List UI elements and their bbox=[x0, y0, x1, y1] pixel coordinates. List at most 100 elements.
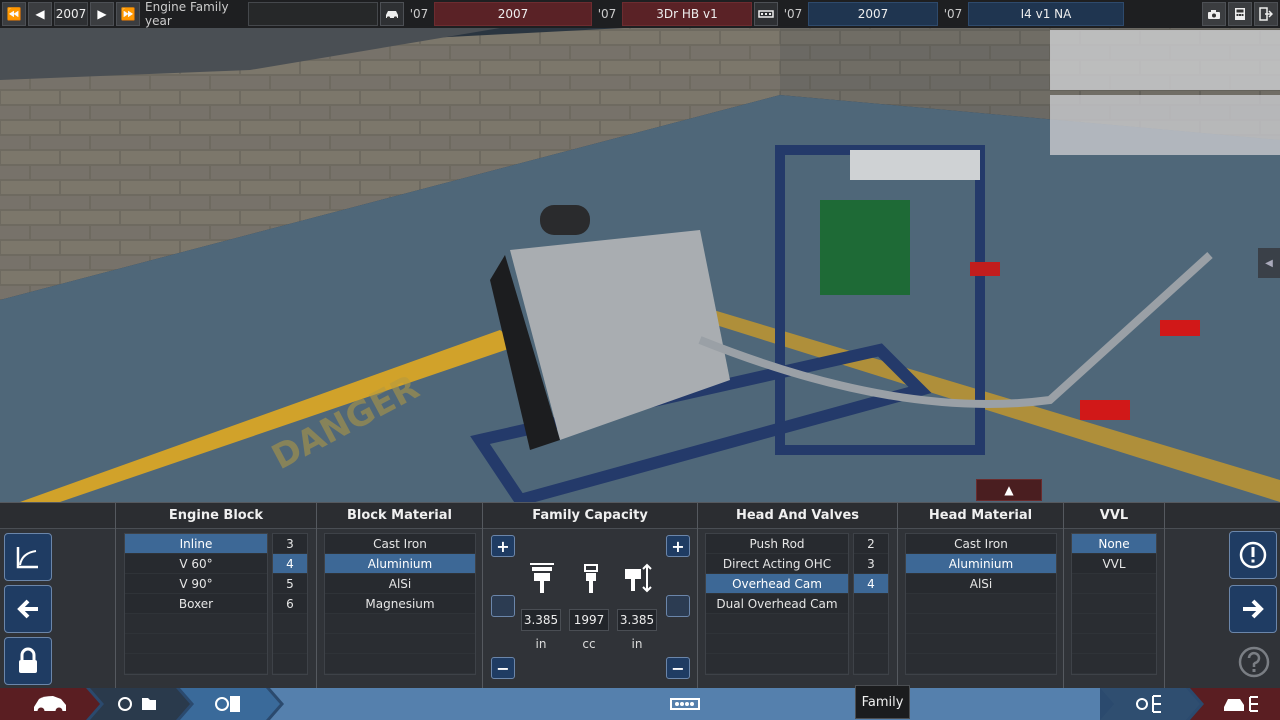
bore-unit: in bbox=[535, 637, 547, 651]
list-empty-row bbox=[1072, 654, 1156, 674]
exit-icon[interactable] bbox=[1254, 2, 1278, 26]
valve-count-list: 2 3 4 bbox=[853, 533, 889, 675]
stroke-increase-button[interactable]: + bbox=[666, 535, 690, 557]
list-empty-row bbox=[854, 614, 888, 634]
list-empty-row bbox=[273, 634, 307, 654]
engine-block-icon bbox=[670, 698, 700, 710]
layout-option-inline[interactable]: Inline bbox=[125, 534, 267, 554]
layout-option-v60[interactable]: V 60° bbox=[125, 554, 267, 574]
list-empty-row bbox=[906, 614, 1056, 634]
engine-layout-list: Inline V 60° V 90° Boxer bbox=[124, 533, 268, 675]
head-and-valves-title: Head And Valves bbox=[698, 503, 897, 529]
engine-variant-prefix: '07 bbox=[943, 7, 963, 21]
expand-panel-button[interactable]: ▲ bbox=[976, 479, 1042, 501]
list-empty-row bbox=[906, 634, 1056, 654]
nav-car-design[interactable] bbox=[20, 688, 80, 720]
head-option-direct-acting-ohc[interactable]: Direct Acting OHC bbox=[706, 554, 848, 574]
block-material-cast-iron[interactable]: Cast Iron bbox=[325, 534, 475, 554]
engine-variant[interactable]: I4 v1 NA bbox=[968, 2, 1124, 26]
stroke-decrease-button[interactable]: − bbox=[666, 657, 690, 679]
arrow-right-icon bbox=[1243, 599, 1264, 619]
nav-engine-variants[interactable] bbox=[1120, 688, 1180, 720]
head-material-title: Head Material bbox=[898, 503, 1063, 529]
right-tools-header bbox=[1165, 503, 1280, 529]
head-material-alsi[interactable]: AlSi bbox=[906, 574, 1056, 594]
car-trim[interactable]: 3Dr HB v1 bbox=[622, 2, 752, 26]
engine-year[interactable]: 2007 bbox=[808, 2, 938, 26]
valves-option-2[interactable]: 2 bbox=[854, 534, 888, 554]
engine-family-panel: Engine Block Inline V 60° V 90° Boxer 3 … bbox=[0, 502, 1280, 689]
family-capacity-column: Family Capacity + − + − 3.385 1997 3.385… bbox=[482, 503, 697, 689]
stroke-icon bbox=[625, 563, 652, 593]
block-material-magnesium[interactable]: Magnesium bbox=[325, 594, 475, 614]
lock-button[interactable] bbox=[4, 637, 52, 685]
car-year-prefix: '07 bbox=[409, 7, 429, 21]
list-empty-row bbox=[854, 654, 888, 674]
skip-back-icon[interactable]: ⏪ bbox=[2, 2, 26, 26]
camera-icon[interactable] bbox=[1202, 2, 1226, 26]
calculator-icon[interactable] bbox=[1228, 2, 1252, 26]
engine-icon[interactable] bbox=[754, 2, 778, 26]
list-empty-row bbox=[706, 614, 848, 634]
head-material-cast-iron[interactable]: Cast Iron bbox=[906, 534, 1056, 554]
cylinders-option-6[interactable]: 6 bbox=[273, 594, 307, 614]
head-option-dual-overhead-cam[interactable]: Dual Overhead Cam bbox=[706, 594, 848, 614]
list-empty-row bbox=[906, 654, 1056, 674]
vvl-option-vvl[interactable]: VVL bbox=[1072, 554, 1156, 574]
side-panel-toggle[interactable]: ◀ bbox=[1258, 248, 1280, 278]
nav-engine-family[interactable] bbox=[198, 688, 258, 720]
left-tools bbox=[0, 503, 115, 689]
back-button[interactable] bbox=[4, 585, 52, 633]
graph-button[interactable] bbox=[4, 533, 52, 581]
vvl-option-none[interactable]: None bbox=[1072, 534, 1156, 554]
layout-option-boxer[interactable]: Boxer bbox=[125, 594, 267, 614]
stroke-unit: in bbox=[631, 637, 643, 651]
bore-value[interactable]: 3.385 bbox=[521, 609, 561, 631]
bore-slider-handle[interactable] bbox=[491, 595, 515, 617]
step-back-icon[interactable]: ◀ bbox=[28, 2, 52, 26]
car-year[interactable]: 2007 bbox=[434, 2, 592, 26]
head-option-push-rod[interactable]: Push Rod bbox=[706, 534, 848, 554]
lock-icon bbox=[19, 647, 37, 673]
bore-increase-button[interactable]: + bbox=[491, 535, 515, 557]
block-material-column: Block Material Cast Iron Aluminium AlSi … bbox=[316, 503, 482, 689]
block-material-alsi[interactable]: AlSi bbox=[325, 574, 475, 594]
bottom-navigation bbox=[0, 688, 1280, 720]
next-button[interactable] bbox=[1229, 585, 1277, 633]
help-button[interactable] bbox=[1237, 645, 1271, 679]
list-empty-row bbox=[125, 654, 267, 674]
valves-option-3[interactable]: 3 bbox=[854, 554, 888, 574]
list-empty-row bbox=[1072, 634, 1156, 654]
valves-option-4[interactable]: 4 bbox=[854, 574, 888, 594]
spacer bbox=[248, 2, 378, 26]
head-option-overhead-cam[interactable]: Overhead Cam bbox=[706, 574, 848, 594]
nav-engine-block[interactable] bbox=[640, 688, 730, 720]
cylinders-option-5[interactable]: 5 bbox=[273, 574, 307, 594]
block-material-list: Cast Iron Aluminium AlSi Magnesium bbox=[324, 533, 476, 675]
family-tab-label[interactable]: Family bbox=[855, 685, 910, 719]
cylinders-option-3[interactable]: 3 bbox=[273, 534, 307, 554]
top-bar: ⏪ ◀ 2007 ▶ ⏩ Engine Family year '07 2007… bbox=[0, 0, 1280, 28]
car-engine-icon bbox=[1224, 696, 1258, 712]
list-empty-row bbox=[325, 654, 475, 674]
list-empty-row bbox=[706, 634, 848, 654]
engine-3d-viewport[interactable]: DANGER bbox=[0, 0, 1280, 502]
car-icon bbox=[34, 696, 66, 715]
skip-forward-icon[interactable]: ⏩ bbox=[116, 2, 140, 26]
block-material-aluminium[interactable]: Aluminium bbox=[325, 554, 475, 574]
displacement-icon bbox=[584, 564, 598, 593]
bore-icon bbox=[530, 563, 554, 593]
bore-decrease-button[interactable]: − bbox=[491, 657, 515, 679]
vvl-column: VVL None VVL bbox=[1063, 503, 1164, 689]
stroke-slider-handle[interactable] bbox=[666, 595, 690, 617]
head-material-aluminium[interactable]: Aluminium bbox=[906, 554, 1056, 574]
car-icon[interactable] bbox=[380, 2, 404, 26]
cylinders-option-4[interactable]: 4 bbox=[273, 554, 307, 574]
layout-option-v90[interactable]: V 90° bbox=[125, 574, 267, 594]
nav-engine-families[interactable] bbox=[108, 688, 168, 720]
step-forward-icon[interactable]: ▶ bbox=[90, 2, 114, 26]
warning-button[interactable] bbox=[1229, 531, 1277, 579]
nav-car-engine[interactable] bbox=[1212, 688, 1272, 720]
stroke-value[interactable]: 3.385 bbox=[617, 609, 657, 631]
arrow-left-icon bbox=[17, 599, 38, 619]
